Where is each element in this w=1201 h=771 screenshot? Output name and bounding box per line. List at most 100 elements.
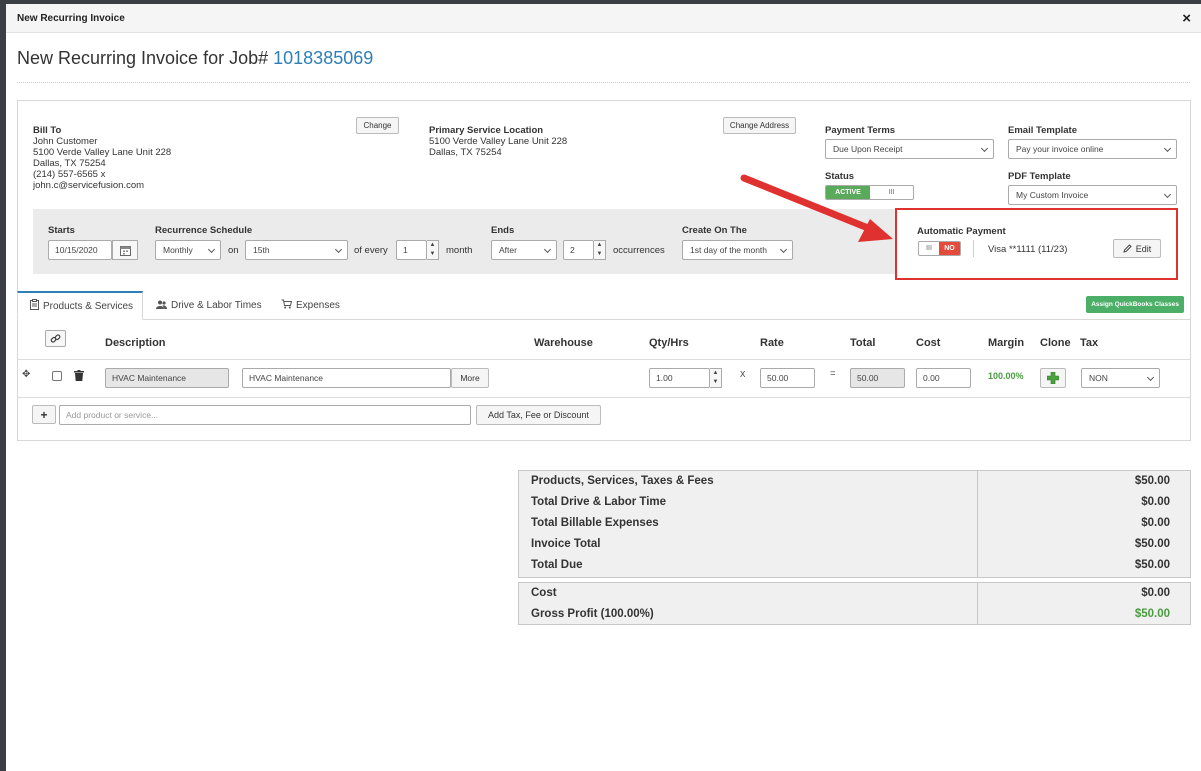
clone-button[interactable] xyxy=(1040,368,1066,388)
email-template-select[interactable]: Pay your invoice online xyxy=(1008,139,1177,159)
total-value-expenses: $0.00 xyxy=(1141,517,1170,529)
change-address-button[interactable]: Change Address xyxy=(723,117,796,134)
row-checkbox[interactable] xyxy=(52,371,62,381)
close-icon[interactable]: × xyxy=(1182,10,1191,27)
automatic-payment-box: Automatic Payment III NO Visa **1111 (11… xyxy=(895,208,1178,280)
payment-terms-select[interactable]: Due Upon Receipt xyxy=(825,139,994,159)
service-location-city: Dallas, TX 75254 xyxy=(429,147,502,158)
bill-to-label: Bill To xyxy=(33,125,62,136)
header-cost: Cost xyxy=(916,337,941,349)
total-row-labor: Total Drive & Labor Time $0.00 xyxy=(519,492,1190,513)
profit-label-cost: Cost xyxy=(531,587,557,599)
edit-label: Edit xyxy=(1135,243,1152,254)
auto-pay-toggle-handle: III xyxy=(919,242,939,255)
total-row-products: Products, Services, Taxes & Fees $50.00 xyxy=(519,471,1190,492)
starts-date-input[interactable]: 10/15/2020 xyxy=(48,240,112,260)
assign-quickbooks-button[interactable]: Assign QuickBooks Classes xyxy=(1086,296,1184,313)
add-tax-fee-button[interactable]: Add Tax, Fee or Discount xyxy=(476,405,601,425)
total-label-expenses: Total Billable Expenses xyxy=(531,517,659,529)
margin-value: 100.00% xyxy=(988,371,1024,381)
total-value-labor: $0.00 xyxy=(1141,496,1170,508)
change-bill-to-button[interactable]: Change xyxy=(356,117,399,134)
occurrences-input[interactable]: 2 xyxy=(563,240,594,260)
totals-panel: Products, Services, Taxes & Fees $50.00 T… xyxy=(518,470,1191,578)
starts-label: Starts xyxy=(48,225,75,236)
qty-stepper[interactable]: ▲ ▼ xyxy=(710,368,722,388)
tab-products-services[interactable]: Products & Services xyxy=(17,291,143,320)
day-select[interactable]: 15th xyxy=(245,240,348,260)
product-select[interactable]: HVAC Maintenance xyxy=(105,368,229,388)
cart-icon xyxy=(281,299,293,312)
bill-to-phone: (214) 557-6565 x xyxy=(33,169,106,180)
every-input[interactable]: 1 xyxy=(396,240,427,260)
more-button[interactable]: More xyxy=(451,368,489,388)
pdf-template-label: PDF Template xyxy=(1008,171,1071,182)
auto-pay-separator xyxy=(973,240,974,257)
status-label: Status xyxy=(825,171,855,182)
description-input[interactable]: HVAC Maintenance xyxy=(242,368,451,388)
bill-to-name: John Customer xyxy=(33,136,98,147)
recurrence-schedule-label: Recurrence Schedule xyxy=(155,225,253,236)
link-icon[interactable] xyxy=(45,330,66,347)
drag-handle-icon[interactable]: ✥ xyxy=(22,369,30,380)
profit-label-gross: Gross Profit (100.00%) xyxy=(531,608,654,620)
job-number-link[interactable]: 1018385069 xyxy=(273,48,373,68)
header-tax: Tax xyxy=(1080,337,1099,349)
ends-select[interactable]: After xyxy=(491,240,557,260)
occurrences-label: occurrences xyxy=(613,245,665,256)
every-stepper[interactable]: ▲ ▼ xyxy=(427,240,439,260)
bill-to-street: 5100 Verde Valley Lane Unit 228 xyxy=(33,147,172,158)
header-total: Total xyxy=(850,337,876,349)
add-product-input[interactable]: Add product or service... xyxy=(59,405,471,425)
edit-payment-button[interactable]: Edit xyxy=(1113,239,1161,258)
tax-select[interactable]: NON xyxy=(1081,368,1160,388)
plus-icon xyxy=(1047,372,1059,384)
total-value-due: $50.00 xyxy=(1134,559,1170,571)
page-title-prefix: New Recurring Invoice for Job# xyxy=(17,48,269,68)
trash-icon[interactable] xyxy=(74,368,84,386)
status-toggle[interactable]: ACTIVE III xyxy=(825,185,914,200)
tab-drive-labor[interactable]: Drive & Labor Times xyxy=(156,291,262,320)
tab-expenses[interactable]: Expenses xyxy=(281,291,340,320)
clipboard-icon xyxy=(30,299,39,313)
header-qty: Qty/Hrs xyxy=(649,337,689,349)
status-active-label: ACTIVE xyxy=(826,186,870,199)
on-label: on xyxy=(228,245,239,256)
add-row-button[interactable]: + xyxy=(32,405,56,424)
payment-terms-label: Payment Terms xyxy=(825,125,896,136)
header-divider xyxy=(18,359,1190,360)
total-label-products: Products, Services, Taxes & Fees xyxy=(531,475,714,487)
total-row-due: Total Due $50.00 xyxy=(519,555,1190,576)
occurrences-stepper[interactable]: ▲ ▼ xyxy=(594,240,606,260)
total-label-labor: Total Drive & Labor Time xyxy=(531,496,667,508)
modal-header: New Recurring Invoice × xyxy=(6,4,1201,33)
header-clone: Clone xyxy=(1040,337,1071,349)
ends-label: Ends xyxy=(491,225,515,236)
create-on-label: Create On The xyxy=(682,225,747,236)
tab-products-label: Products & Services xyxy=(43,300,134,312)
recurring-invoice-modal: New Recurring Invoice × New Recurring In… xyxy=(6,4,1201,771)
modal-title: New Recurring Invoice xyxy=(17,13,125,24)
header-description: Description xyxy=(105,337,166,349)
email-template-label: Email Template xyxy=(1008,125,1077,136)
rate-input[interactable]: 50.00 xyxy=(760,368,815,388)
times-sign: X xyxy=(740,370,746,379)
equals-sign: = xyxy=(830,368,836,379)
status-toggle-handle: III xyxy=(870,186,913,199)
bill-to-address: John Customer 5100 Verde Valley Lane Uni… xyxy=(33,136,171,191)
profit-row-gross: Gross Profit (100.00%) $50.00 xyxy=(519,604,1190,625)
pencil-icon xyxy=(1123,244,1132,253)
service-location-street: 5100 Verde Valley Lane Unit 228 xyxy=(429,136,568,147)
calendar-icon[interactable] xyxy=(112,240,138,260)
header-rate: Rate xyxy=(760,337,784,349)
create-on-select[interactable]: 1st day of the month xyxy=(682,240,793,260)
cost-input[interactable]: 0.00 xyxy=(916,368,971,388)
qty-input[interactable]: 1.00 xyxy=(649,368,710,388)
total-row-invoice: Invoice Total $50.00 xyxy=(519,534,1190,555)
schedule-select[interactable]: Monthly xyxy=(155,240,221,260)
automatic-payment-toggle[interactable]: III NO xyxy=(918,241,961,256)
bill-to-city: Dallas, TX 75254 xyxy=(33,158,106,169)
pdf-template-select[interactable]: My Custom Invoice xyxy=(1008,185,1177,205)
saved-card-label: Visa **1111 (11/23) xyxy=(988,244,1068,255)
tab-expenses-label: Expenses xyxy=(296,300,340,311)
